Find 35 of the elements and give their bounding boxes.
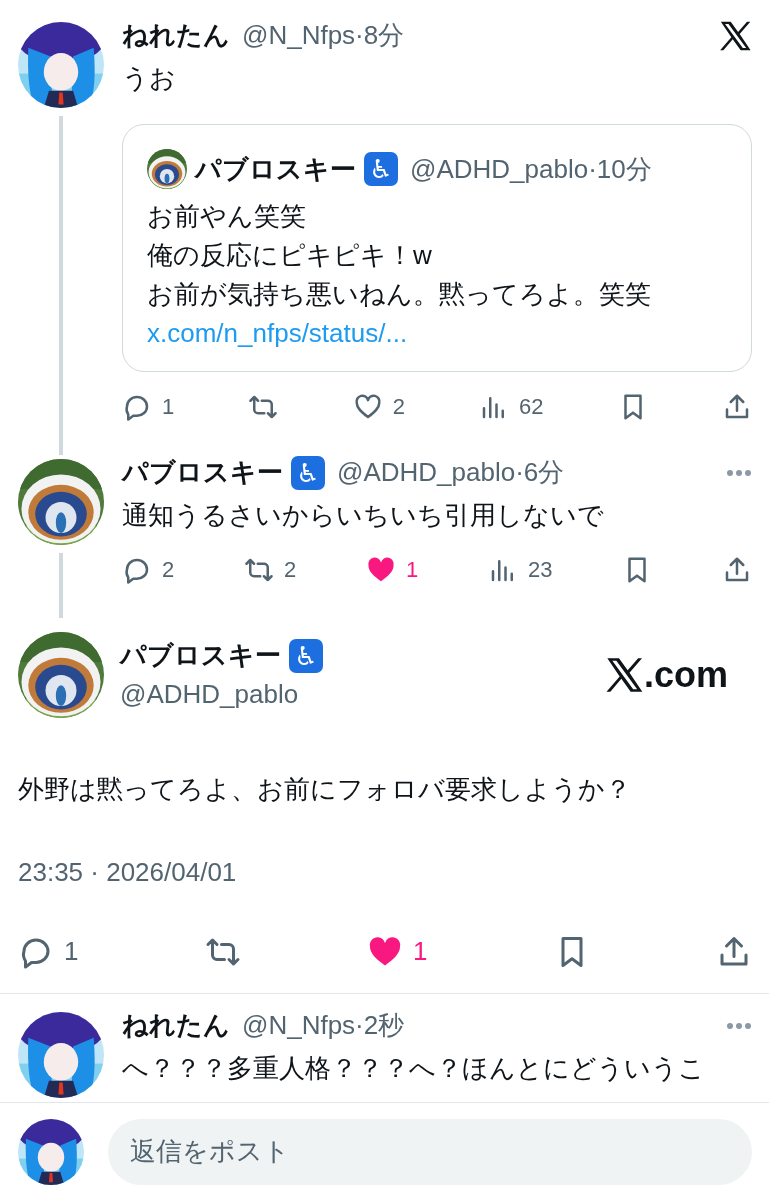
view-count: 62	[519, 393, 544, 421]
reply-count: 2	[162, 556, 175, 584]
user-name: ねれたん	[122, 1009, 230, 1042]
repost-count: 2	[284, 556, 297, 584]
like-count: 1	[413, 935, 428, 968]
quote-text: 俺の反応にピキピキ！w	[147, 239, 433, 272]
more-icon[interactable]	[726, 1021, 752, 1030]
emoji-badge: ♿	[364, 152, 398, 186]
user-name: パブロスキー	[122, 456, 283, 489]
reply-count: 1	[64, 935, 79, 968]
user-handle: @ADHD_pablo·10分	[410, 152, 652, 186]
user-handle: @N_Nfps·2秒	[242, 1009, 405, 1042]
more-icon[interactable]	[726, 468, 752, 477]
post-text: 通知うるさいからいちいち引用しないで	[122, 499, 605, 532]
user-name: パブロスキー	[120, 639, 281, 672]
view-count: 23	[528, 556, 553, 584]
quote-text: お前やん笑笑	[147, 200, 307, 233]
reply-input[interactable]: 返信をポスト	[108, 1118, 752, 1185]
user-handle: @N_Nfps·8分	[242, 19, 405, 52]
like-count: 1	[406, 556, 419, 584]
reply-count: 1	[162, 393, 175, 421]
emoji-badge: ♿	[291, 455, 325, 490]
timestamp: 23:35 · 2026/04/01	[18, 856, 238, 889]
brand-logo: .com	[603, 648, 728, 702]
user-name: ねれたん	[122, 19, 230, 52]
like-count: 2	[392, 393, 405, 421]
quoted-post[interactable]: パブロスキー ♿ @ADHD_pablo·10分 お前やん笑笑 俺の反応にピキピキ！w お前が気持ち悪いねん。黙ってろよ。笑笑 x.com/n_nfps/status/...	[122, 124, 752, 372]
user-name: パブロスキー	[195, 152, 356, 186]
quote-text: お前が気持ち悪いねん。黙ってろよ。笑笑	[147, 278, 652, 311]
user-handle: @ADHD_pablo·6分	[337, 456, 565, 489]
user-handle: @ADHD_pablo	[120, 678, 300, 711]
post-text: へ？？？多重人格？？？へ？ほんとにどういうこ	[122, 1052, 706, 1085]
emoji-badge: ♿	[289, 638, 323, 673]
post-text: うお	[122, 62, 177, 95]
post-text: 外野は黙ってろよ、お前にフォロバ要求しようか？	[18, 773, 632, 806]
